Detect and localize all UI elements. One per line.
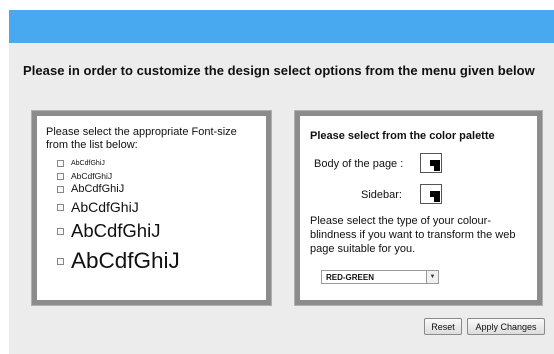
font-option-6[interactable]: AbCdfGhiJ <box>57 248 180 274</box>
font-option-4[interactable]: AbCdfGhiJ <box>57 199 139 215</box>
body-color-label: Body of the page : <box>314 158 404 170</box>
sidebar-color-label: Sidebar: <box>361 189 402 201</box>
font-option-checkbox[interactable] <box>57 160 64 167</box>
body-color-swatch[interactable] <box>420 153 442 173</box>
colorblind-select-value: RED-GREEN <box>326 272 375 282</box>
color-palette-panel: Please select from the color palette Bod… <box>295 111 542 305</box>
sidebar-color-swatch[interactable] <box>420 184 442 204</box>
color-palette-title: Please select from the color palette <box>310 130 495 142</box>
top-bar <box>9 10 554 43</box>
font-option-2[interactable]: AbCdfGhiJ <box>57 171 112 181</box>
font-option-label: AbCdfGhiJ <box>71 199 139 215</box>
apply-changes-button[interactable]: Apply Changes <box>467 318 545 335</box>
font-option-checkbox[interactable] <box>57 227 64 235</box>
colorblind-select[interactable]: RED-GREEN ▼ <box>321 270 439 284</box>
font-option-checkbox[interactable] <box>57 172 64 180</box>
font-size-panel: Please select the appropriate Font-size … <box>32 111 271 305</box>
font-option-1[interactable]: AbCdfGhiJ <box>57 160 105 167</box>
font-option-label: AbCdfGhiJ <box>71 248 180 273</box>
reset-button[interactable]: Reset <box>424 318 462 335</box>
page-frame: Please in order to customize the design … <box>9 10 554 354</box>
font-option-label: AbCdfGhiJ <box>71 171 113 181</box>
font-option-checkbox[interactable] <box>57 203 64 211</box>
colorblind-description: Please select the type of your colour-bl… <box>310 215 516 255</box>
font-option-label: AbCdfGhiJ <box>71 220 161 241</box>
chevron-down-icon[interactable]: ▼ <box>426 271 438 283</box>
font-option-checkbox[interactable] <box>57 185 64 193</box>
font-option-3[interactable]: AbCdfGhiJ <box>57 183 124 195</box>
font-option-5[interactable]: AbCdfGhiJ <box>57 220 160 242</box>
font-option-checkbox[interactable] <box>57 257 64 265</box>
page-heading: Please in order to customize the design … <box>23 63 535 78</box>
font-option-label: AbCdfGhiJ <box>71 160 105 167</box>
font-size-intro: Please select the appropriate Font-size … <box>46 126 237 151</box>
font-option-label: AbCdfGhiJ <box>71 183 125 195</box>
